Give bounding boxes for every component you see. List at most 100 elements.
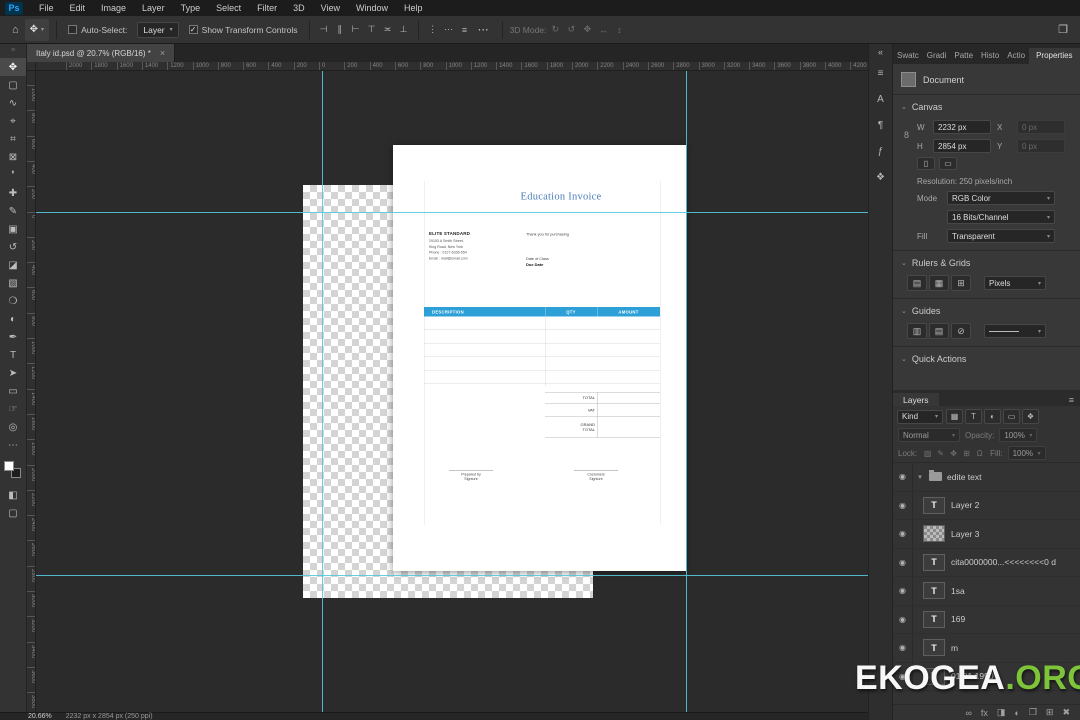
collapse-panels-icon[interactable]: « (869, 44, 892, 60)
vertical-ruler[interactable]: 1000800600400200020040060080010001200140… (27, 71, 36, 712)
menu-file[interactable]: File (31, 0, 62, 16)
layer-row[interactable]: ◉▾edite text (893, 463, 1080, 492)
adjustment-layer-icon[interactable]: ◐ (1014, 708, 1019, 718)
rectangle-tool[interactable]: ▭ (0, 382, 26, 400)
visibility-toggle[interactable]: ◉ (893, 492, 913, 520)
align-center-h-icon[interactable]: ∥ (333, 24, 347, 35)
eyedropper-tool[interactable]: ❜ (0, 166, 26, 184)
menu-edit[interactable]: Edit (62, 0, 94, 16)
layer-row[interactable]: ◉Tcita0000000...<<<<<<<<0 d (893, 549, 1080, 578)
frame-tool[interactable]: ⊠ (0, 148, 26, 166)
distribute-vertical-icon[interactable]: ⋮ (426, 24, 440, 35)
zoom-tool[interactable]: ◎ (0, 418, 26, 436)
color-mode-dropdown[interactable]: RGB Color▾ (947, 191, 1055, 205)
quick-mask-icon[interactable]: ◧ (0, 486, 26, 504)
gradient-tool[interactable]: ▧ (0, 274, 26, 292)
align-options-icon[interactable]: ≡ (458, 25, 472, 35)
quick-actions-section-header[interactable]: ⌄ Quick Actions (893, 346, 1080, 367)
align-right-icon[interactable]: ⊢ (349, 24, 363, 35)
delete-layer-icon[interactable]: ✖ (1062, 707, 1070, 718)
new-layer-icon[interactable]: ⊞ (1046, 707, 1054, 718)
lock-transparency-icon[interactable]: ▨ (922, 449, 933, 458)
auto-select-checkbox[interactable]: Auto-Select: (64, 25, 131, 35)
adjustment-layer-filter-icon[interactable]: ◐ (984, 409, 1001, 424)
object-selection-tool[interactable]: ⌖ (0, 112, 26, 130)
layer-row[interactable]: ◉T1sa (893, 577, 1080, 606)
layer-effects-icon[interactable]: fx (981, 708, 988, 718)
smart-guides-icon[interactable]: ▤ (929, 323, 949, 339)
link-dimensions-icon[interactable]: 8 (904, 130, 909, 140)
menu-image[interactable]: Image (93, 0, 134, 16)
grid-toggle-icon[interactable]: ▦ (929, 275, 949, 291)
align-top-icon[interactable]: ⊤ (365, 24, 379, 35)
visibility-toggle[interactable]: ◉ (893, 577, 913, 605)
menu-select[interactable]: Select (208, 0, 249, 16)
landscape-orientation-button[interactable]: ▭ (939, 157, 957, 170)
clone-source-panel-icon[interactable]: ❖ (869, 164, 892, 190)
y-field[interactable]: 0 px (1017, 139, 1065, 153)
layer-mask-icon[interactable]: ◨ (997, 707, 1006, 718)
tab-histo[interactable]: Histo (977, 48, 1003, 64)
bit-depth-dropdown[interactable]: 16 Bits/Channel▾ (947, 210, 1055, 224)
more-options-icon[interactable]: ⋯ (472, 23, 495, 36)
toolbar-grip-icon[interactable]: ≡ (11, 44, 15, 58)
tab-swatc[interactable]: Swatc (893, 48, 923, 64)
menu-layer[interactable]: Layer (134, 0, 173, 16)
guide-horizontal-top[interactable] (36, 212, 868, 213)
tab-actio[interactable]: Actio (1003, 48, 1029, 64)
menu-view[interactable]: View (313, 0, 348, 16)
foreground-color-swatch[interactable] (4, 461, 14, 471)
visibility-toggle[interactable]: ◉ (893, 606, 913, 634)
lasso-tool[interactable]: ∿ (0, 94, 26, 112)
app-logo-icon[interactable]: Ps (5, 2, 23, 15)
brush-tool[interactable]: ✎ (0, 202, 26, 220)
pixel-layer-filter-icon[interactable]: ▦ (946, 409, 963, 424)
menu-filter[interactable]: Filter (249, 0, 285, 16)
dodge-tool[interactable]: ◐ (0, 310, 26, 328)
pixel-grid-icon[interactable]: ⊞ (951, 275, 971, 291)
menu-type[interactable]: Type (173, 0, 209, 16)
tab-layers[interactable]: Layers (893, 393, 939, 406)
glyphs-panel-icon[interactable]: ƒ (869, 138, 892, 164)
guide-horizontal-bottom[interactable] (36, 575, 868, 576)
zoom-level[interactable]: 20.66% (28, 713, 52, 720)
healing-brush-tool[interactable]: ✚ (0, 184, 26, 202)
path-selection-tool[interactable]: ➤ (0, 364, 26, 382)
lock-all-icon[interactable]: Ω (974, 449, 985, 458)
visibility-toggle[interactable]: ◉ (893, 463, 913, 491)
align-left-icon[interactable]: ⊣ (317, 24, 331, 35)
edit-toolbar-icon[interactable]: ⋯ (0, 436, 26, 454)
guide-vertical-left[interactable] (322, 71, 323, 712)
move-tool[interactable]: ✥ (0, 58, 26, 76)
home-icon[interactable]: ⌂ (6, 24, 25, 36)
new-group-icon[interactable]: ❐ (1029, 707, 1037, 718)
visibility-toggle[interactable]: ◉ (893, 520, 913, 548)
rulers-grids-section-header[interactable]: ⌄ Rulers & Grids (893, 250, 1080, 271)
document-tab[interactable]: Italy id.psd @ 20.7% (RGB/16) * × (27, 44, 175, 62)
menu-3d[interactable]: 3D (285, 0, 313, 16)
blur-tool[interactable]: ❍ (0, 292, 26, 310)
character-panel-icon[interactable]: A (869, 86, 892, 112)
lock-position-icon[interactable]: ✥ (948, 449, 959, 458)
canvas-section-header[interactable]: ⌄ Canvas (893, 95, 1080, 115)
width-field[interactable]: 2232 px (933, 120, 991, 134)
crop-tool[interactable]: ⌗ (0, 130, 26, 148)
history-brush-tool[interactable]: ↺ (0, 238, 26, 256)
3d-rotate-icon[interactable]: ↻ (548, 24, 562, 35)
eraser-tool[interactable]: ◪ (0, 256, 26, 274)
height-field[interactable]: 2854 px (933, 139, 991, 153)
units-dropdown[interactable]: Pixels▾ (984, 276, 1046, 290)
paragraph-panel-icon[interactable]: ¶ (869, 112, 892, 138)
color-swatches[interactable] (1, 460, 25, 482)
guides-section-header[interactable]: ⌄ Guides (893, 298, 1080, 319)
guides-toggle-icon[interactable]: ▥ (907, 323, 927, 339)
rulers-toggle-icon[interactable]: ▤ (907, 275, 927, 291)
menu-window[interactable]: Window (348, 0, 396, 16)
align-middle-icon[interactable]: ≍ (381, 24, 395, 35)
panel-menu-icon[interactable]: ≡ (1063, 395, 1080, 406)
close-tab-icon[interactable]: × (160, 48, 165, 58)
guide-style-dropdown[interactable]: ▾ (984, 324, 1046, 338)
visibility-toggle[interactable]: ◉ (893, 549, 913, 577)
link-layers-icon[interactable]: ∞ (965, 708, 971, 718)
chevron-down-icon[interactable]: ▾ (913, 473, 927, 481)
